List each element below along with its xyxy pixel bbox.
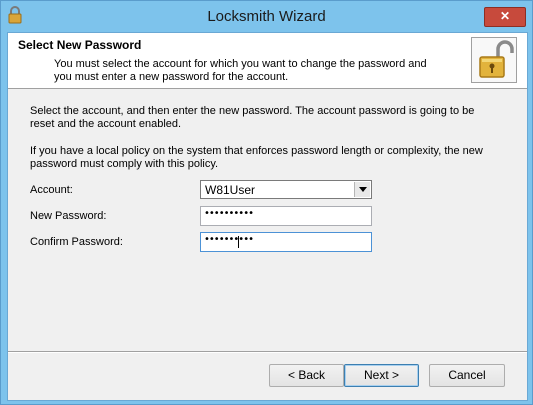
chevron-down-icon (359, 187, 367, 192)
footer-divider (8, 351, 527, 353)
next-button[interactable]: Next > (344, 364, 419, 387)
close-button[interactable]: ✕ (484, 7, 526, 27)
account-selected-value: W81User (205, 183, 256, 197)
wizard-header: Select New Password You must select the … (8, 33, 527, 89)
confirm-password-label: Confirm Password: (30, 236, 123, 248)
account-label: Account: (30, 184, 73, 196)
text-caret (238, 236, 239, 248)
new-password-mask: •••••••••• (204, 208, 254, 219)
new-password-label: New Password: (30, 210, 107, 222)
account-dropdown[interactable]: W81User (200, 180, 372, 199)
back-button[interactable]: < Back (269, 364, 344, 387)
cancel-button[interactable]: Cancel (429, 364, 505, 387)
header-title: Select New Password (18, 38, 142, 52)
new-password-field[interactable]: •••••••••• (200, 206, 372, 226)
dropdown-button[interactable] (354, 182, 370, 197)
wizard-window: Locksmith Wizard ✕ Select New Password Y… (0, 0, 533, 405)
instructions-text: Select the account, and then enter the n… (30, 105, 475, 130)
open-padlock-icon (479, 40, 514, 78)
confirm-password-field[interactable]: •••••••••• (200, 232, 372, 252)
window-title: Locksmith Wizard (207, 8, 326, 25)
header-image (471, 37, 517, 83)
policy-text: If you have a local policy on the system… (30, 145, 483, 170)
confirm-password-mask: •••••••••• (204, 234, 254, 245)
title-bar[interactable]: Locksmith Wizard ✕ (1, 1, 532, 32)
header-description: You must select the account for which yo… (54, 58, 427, 83)
wizard-content: Select New Password You must select the … (7, 32, 528, 401)
